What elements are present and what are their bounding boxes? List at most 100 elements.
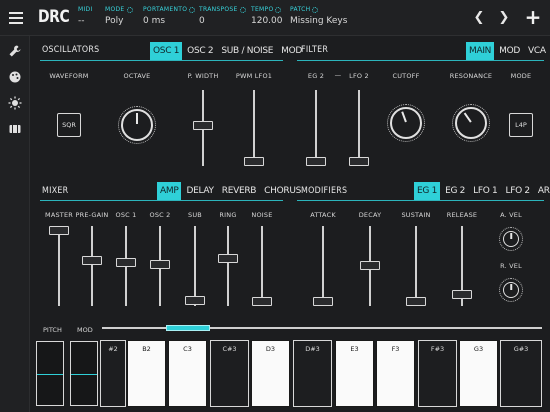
film-icon[interactable]	[8, 122, 22, 136]
eg2-slider[interactable]	[306, 90, 326, 166]
tab-delay[interactable]: DELAY	[183, 182, 216, 200]
oscillators-title: OSCILLATORS	[42, 45, 100, 55]
midi-label: MIDI	[78, 6, 93, 13]
tab-amp[interactable]: AMP	[157, 182, 182, 200]
transpose-param[interactable]: TRANSPOSE 0	[199, 6, 246, 26]
cutoff-label: CUTOFF	[392, 72, 420, 80]
midi-param[interactable]: MIDI --	[78, 6, 93, 26]
tempo-label: TEMPO	[251, 6, 274, 13]
pre-gain-slider[interactable]	[82, 226, 102, 306]
attack-slider[interactable]	[313, 226, 333, 306]
mode-label: MODE	[105, 6, 125, 13]
eg2-lfo2-separator: —	[334, 71, 342, 79]
settings-icon[interactable]	[275, 6, 282, 13]
tab-osc-2[interactable]: OSC 2	[184, 42, 216, 60]
tab-reverb[interactable]: REVERB	[219, 182, 259, 200]
master-slider[interactable]	[49, 226, 69, 306]
r-vel-knob[interactable]	[499, 278, 523, 302]
octave-knob[interactable]	[118, 106, 156, 144]
noise-label: NOISE	[251, 211, 273, 219]
osc2-slider[interactable]	[150, 226, 170, 306]
mixer-tabs: AMP DELAY REVERB CHORUS	[157, 182, 304, 200]
tab-arp[interactable]: ARP	[535, 182, 550, 200]
side-rail	[0, 36, 30, 412]
filter-tabs: MAIN MOD VCA	[466, 42, 549, 60]
osc1-label: OSC 1	[115, 211, 137, 219]
filter-mode-button[interactable]: L4P	[509, 113, 533, 137]
brightness-icon[interactable]	[8, 96, 22, 110]
ring-label: RING	[219, 211, 237, 219]
sub-slider[interactable]	[185, 226, 205, 306]
tab-lfo-1[interactable]: LFO 1	[470, 182, 500, 200]
settings-icon[interactable]	[126, 6, 133, 13]
piano-key[interactable]: G#3	[500, 340, 542, 407]
settings-icon[interactable]	[189, 6, 196, 13]
ring-slider[interactable]	[218, 226, 238, 306]
p-width-slider[interactable]	[193, 90, 213, 166]
sub-label: SUB	[188, 211, 202, 219]
tab-mod[interactable]: MOD	[496, 42, 523, 60]
osc1-slider[interactable]	[116, 226, 136, 306]
chevron-left-icon[interactable]: ❮	[469, 8, 489, 28]
tempo-param[interactable]: TEMPO 120.00	[251, 6, 283, 26]
waveform-label: WAVEFORM	[49, 72, 89, 80]
plus-icon[interactable]: +	[522, 6, 544, 28]
tab-chorus[interactable]: CHORUS	[261, 182, 304, 200]
tab-main[interactable]: MAIN	[466, 42, 495, 60]
wrench-icon[interactable]	[8, 44, 22, 58]
portamento-label: PORTAMENTO	[143, 6, 188, 13]
resonance-label: RESONANCE	[449, 72, 493, 80]
filter-title: FILTER	[301, 45, 329, 55]
patch-param[interactable]: PATCH Missing Keys	[290, 6, 347, 26]
a-vel-label: A. VEL	[500, 211, 522, 219]
piano-key[interactable]: G3	[459, 340, 498, 407]
tab-eg-1[interactable]: EG 1	[414, 182, 441, 200]
release-slider[interactable]	[452, 226, 472, 306]
tab-sub-noise[interactable]: SUB / NOISE	[218, 42, 276, 60]
settings-icon[interactable]	[239, 6, 246, 13]
top-bar: DRC MIDI -- MODE Poly PORTAMENTO 0 ms TR…	[0, 0, 550, 36]
lfo2-slider[interactable]	[349, 90, 369, 166]
decay-slider[interactable]	[360, 226, 380, 306]
piano-key[interactable]: B2	[127, 340, 166, 407]
mod-label: MOD	[77, 326, 93, 334]
chevron-right-icon[interactable]: ❯	[494, 8, 514, 28]
waveform-button[interactable]: SQR	[57, 113, 81, 137]
piano-key[interactable]: F#3	[418, 340, 457, 407]
transpose-label: TRANSPOSE	[199, 6, 238, 13]
pre-gain-label: PRE-GAIN	[75, 211, 109, 219]
eg2-label: EG 2	[307, 72, 325, 80]
pitch-wheel[interactable]	[36, 341, 64, 406]
palette-icon[interactable]	[8, 70, 22, 84]
sustain-slider[interactable]	[406, 226, 426, 306]
a-vel-knob[interactable]	[499, 227, 523, 251]
mod-wheel[interactable]	[70, 341, 98, 406]
piano-key[interactable]: C#3	[210, 340, 249, 407]
mixer-title: MIXER	[42, 186, 69, 196]
noise-slider[interactable]	[252, 226, 272, 306]
mode-param[interactable]: MODE Poly	[105, 6, 133, 26]
piano-key[interactable]: F3	[376, 340, 415, 407]
tab-osc-1[interactable]: OSC 1	[150, 42, 183, 60]
cutoff-knob[interactable]	[387, 104, 425, 142]
midi-value: --	[78, 16, 85, 26]
tab-eg-2[interactable]: EG 2	[442, 182, 468, 200]
oscillators-tabs: OSC 1 OSC 2 SUB / NOISE MOD	[150, 42, 305, 60]
keyboard-scroll-thumb[interactable]	[166, 325, 210, 331]
menu-icon[interactable]	[0, 0, 32, 36]
tab-lfo-2[interactable]: LFO 2	[503, 182, 533, 200]
piano-key[interactable]: D3	[251, 340, 290, 407]
piano-key[interactable]: D#3	[293, 340, 332, 407]
portamento-param[interactable]: PORTAMENTO 0 ms	[143, 6, 196, 26]
piano-key[interactable]: #2	[100, 340, 126, 407]
resonance-knob[interactable]	[452, 104, 490, 142]
settings-icon[interactable]	[312, 6, 319, 13]
oscillators-divider	[40, 60, 283, 61]
patch-value: Missing Keys	[290, 16, 348, 26]
piano-key[interactable]: C3	[168, 340, 207, 407]
pwm-lfo1-slider[interactable]	[244, 90, 264, 166]
pitch-label: PITCH	[43, 326, 62, 334]
attack-label: ATTACK	[310, 211, 336, 219]
piano-key[interactable]: E3	[335, 340, 374, 407]
tab-vca[interactable]: VCA	[525, 42, 549, 60]
